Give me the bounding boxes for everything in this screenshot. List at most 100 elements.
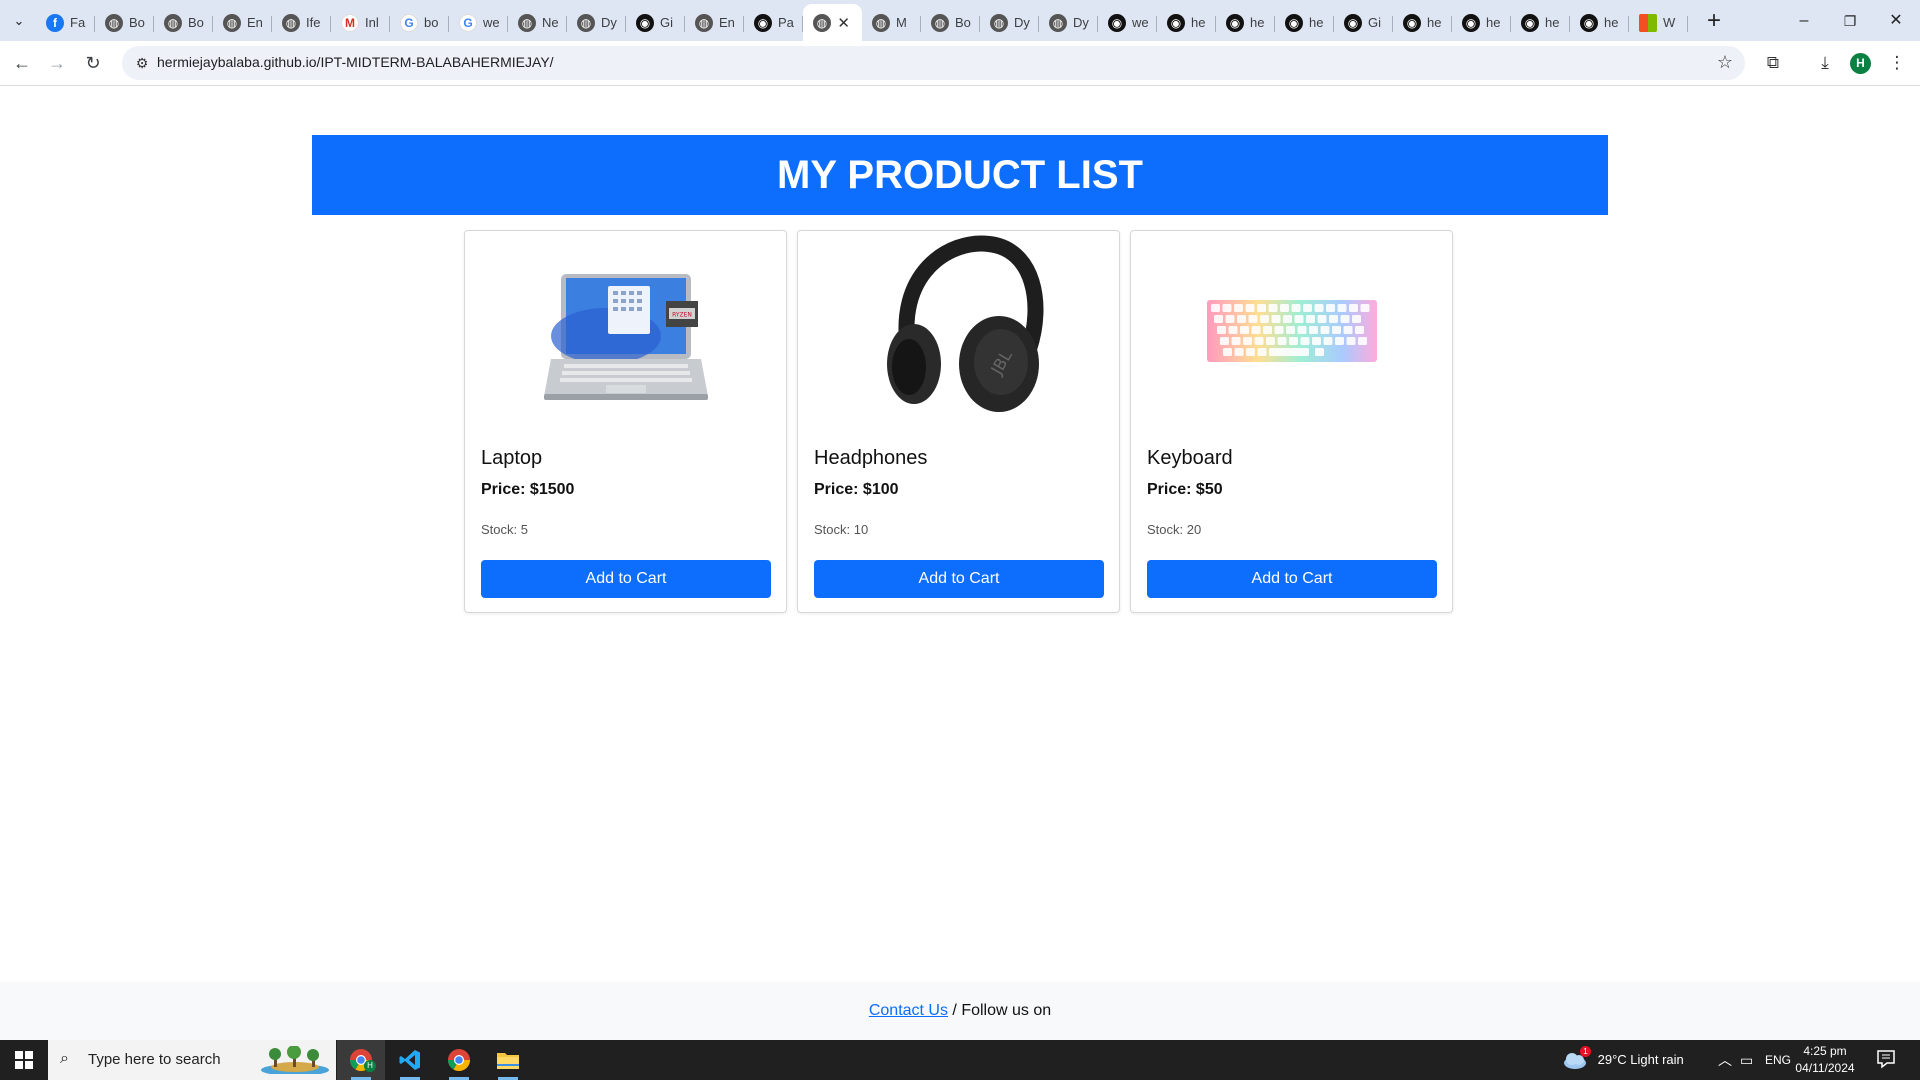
weather-text: 29°C Light rain xyxy=(1597,1052,1684,1067)
product-name: Keyboard xyxy=(1147,447,1233,469)
tab-active[interactable]: ◍ ✕ xyxy=(803,4,862,41)
forward-arrow-icon[interactable]: → xyxy=(45,51,69,75)
bookmark-star-icon[interactable]: ☆ xyxy=(1717,52,1733,73)
tab-title: W xyxy=(1663,15,1676,30)
browser-tab[interactable]: ◉ he xyxy=(1157,4,1216,41)
keyboard-key xyxy=(1357,337,1367,345)
browser-tab[interactable]: ◍ Bo xyxy=(921,4,980,41)
github-icon: ◉ xyxy=(1226,13,1244,32)
tab-title: Gi xyxy=(1368,15,1381,30)
address-bar[interactable]: ⚙ hermiejaybalaba.github.io/IPT-MIDTERM-… xyxy=(122,46,1745,80)
browser-tab[interactable]: ◉ he xyxy=(1393,4,1452,41)
browser-tab[interactable]: Gwe xyxy=(449,4,508,41)
taskbar-vscode-app[interactable] xyxy=(386,1040,434,1080)
keyboard-key xyxy=(1297,326,1306,334)
browser-tab[interactable]: ◍ Ife xyxy=(272,4,331,41)
follow-us-text: / Follow us on xyxy=(947,1002,1052,1019)
browser-tab[interactable]: ◍ M xyxy=(862,4,921,41)
browser-tab[interactable]: ◉ he xyxy=(1275,4,1334,41)
github-icon: ◉ xyxy=(1285,13,1303,32)
browser-tab[interactable]: ◍ Dy xyxy=(1039,4,1098,41)
github-icon: ◉ xyxy=(1462,13,1480,32)
taskbar-chrome-app[interactable] xyxy=(435,1040,483,1080)
show-hidden-icons-chevron-icon[interactable]: ︿ xyxy=(1718,1040,1732,1080)
search-highlight-landscape-icon xyxy=(261,1046,329,1074)
browser-tab[interactable]: ◉ Gi xyxy=(626,4,685,41)
restore-icon[interactable]: ❐ xyxy=(1838,10,1862,32)
tab-title: he xyxy=(1486,15,1501,30)
taskbar-search-box[interactable]: ⌕ Type here to search xyxy=(48,1040,336,1080)
profile-avatar[interactable]: H xyxy=(1850,53,1871,74)
browser-tab[interactable]: ◍ En xyxy=(213,4,272,41)
globe-icon: ◍ xyxy=(282,13,300,32)
google-icon: G xyxy=(459,13,477,32)
globe-icon: ◍ xyxy=(577,13,595,32)
notification-icon[interactable] xyxy=(1876,1049,1898,1071)
browser-tab[interactable]: ◉ he xyxy=(1216,4,1275,41)
browser-tab[interactable]: W xyxy=(1629,4,1688,41)
browser-tab[interactable]: ◍ Ne xyxy=(508,4,567,41)
close-window-icon[interactable]: ✕ xyxy=(1884,10,1908,32)
tab-title: Fa xyxy=(70,15,86,30)
browser-tab[interactable]: ◍ Dy xyxy=(567,4,626,41)
keyboard-key xyxy=(1245,348,1255,356)
keyboard-key xyxy=(1262,326,1272,334)
product-stock: Stock: 10 xyxy=(814,522,869,537)
contact-us-link[interactable]: Contact Us xyxy=(869,1002,948,1019)
product-grid: RYZEN Laptop Price: $1500 Stock: 5 Add t… xyxy=(464,230,1457,613)
browser-tab[interactable]: f Fa xyxy=(36,4,95,41)
network-icon[interactable]: ▭ xyxy=(1740,1040,1753,1080)
browser-tab[interactable]: ◉ Gi xyxy=(1334,4,1393,41)
browser-tab[interactable]: ◉ he xyxy=(1570,4,1629,41)
tab-title: Dy xyxy=(1073,15,1089,30)
close-tab-icon[interactable]: ✕ xyxy=(837,14,850,32)
clock-time: 4:25 pm xyxy=(1803,1044,1847,1058)
browser-tab[interactable]: ◍ Bo xyxy=(95,4,154,41)
product-card: JBL Headphones Price: $100 Stock: 10 Add… xyxy=(797,230,1120,613)
more-menu-icon[interactable]: ⋮ xyxy=(1885,51,1909,75)
add-to-cart-button[interactable]: Add to Cart xyxy=(814,560,1104,598)
taskbar-file-explorer-app[interactable] xyxy=(484,1040,532,1080)
keyboard-key xyxy=(1282,315,1292,323)
browser-tab[interactable]: M Inl xyxy=(331,4,390,41)
url-text[interactable]: hermiejaybalaba.github.io/IPT-MIDTERM-BA… xyxy=(157,54,554,70)
browser-tab[interactable]: ◉ he xyxy=(1452,4,1511,41)
reload-icon[interactable]: ↻ xyxy=(81,51,105,75)
globe-icon: ◍ xyxy=(164,13,182,32)
add-to-cart-button[interactable]: Add to Cart xyxy=(1147,560,1437,598)
keyboard-key xyxy=(1233,304,1243,312)
browser-tab[interactable]: ◉ he xyxy=(1511,4,1570,41)
browser-tab[interactable]: ◍ En xyxy=(685,4,744,41)
keyboard-key xyxy=(1257,348,1266,356)
keyboard-key xyxy=(1340,315,1349,323)
keyboard-key xyxy=(1323,337,1332,345)
weather-widget[interactable]: 1 29°C Light rain xyxy=(1562,1040,1684,1080)
site-info-icon[interactable]: ⚙ xyxy=(132,53,152,73)
browser-tab[interactable]: ◉ Pa xyxy=(744,4,803,41)
tab-title: he xyxy=(1427,15,1442,30)
keyboard-key xyxy=(1328,315,1338,323)
extensions-puzzle-icon[interactable]: ⧉ xyxy=(1761,51,1785,75)
keyboard-key xyxy=(1210,304,1220,312)
browser-tab[interactable]: Gbo xyxy=(390,4,449,41)
add-to-cart-button[interactable]: Add to Cart xyxy=(481,560,771,598)
chrome-profile-badge: H xyxy=(364,1060,376,1072)
minimize-icon[interactable]: – xyxy=(1792,10,1816,32)
tab-title: he xyxy=(1604,15,1619,30)
browser-tab[interactable]: ◉ we xyxy=(1098,4,1157,41)
globe-icon: ◍ xyxy=(223,13,241,32)
back-arrow-icon[interactable]: ← xyxy=(10,51,34,75)
keyboard-key xyxy=(1248,315,1257,323)
product-price: Price: $100 xyxy=(814,481,899,498)
browser-tab[interactable]: ◍ Bo xyxy=(154,4,213,41)
windows-start-icon[interactable] xyxy=(0,1040,48,1080)
browser-tab[interactable]: ◍ Dy xyxy=(980,4,1039,41)
tab-search-chevron-icon[interactable]: ⌄ xyxy=(8,10,30,32)
keyboard-key xyxy=(1265,337,1275,345)
taskbar-chrome-profile-app[interactable]: H xyxy=(337,1040,385,1080)
new-tab-plus-icon[interactable]: + xyxy=(1700,8,1728,36)
download-icon[interactable]: ⤓ xyxy=(1813,51,1837,75)
system-clock[interactable]: 4:25 pm 04/11/2024 xyxy=(1785,1043,1865,1077)
tab-title: Dy xyxy=(1014,15,1030,30)
clock-date: 04/11/2024 xyxy=(1795,1061,1855,1075)
